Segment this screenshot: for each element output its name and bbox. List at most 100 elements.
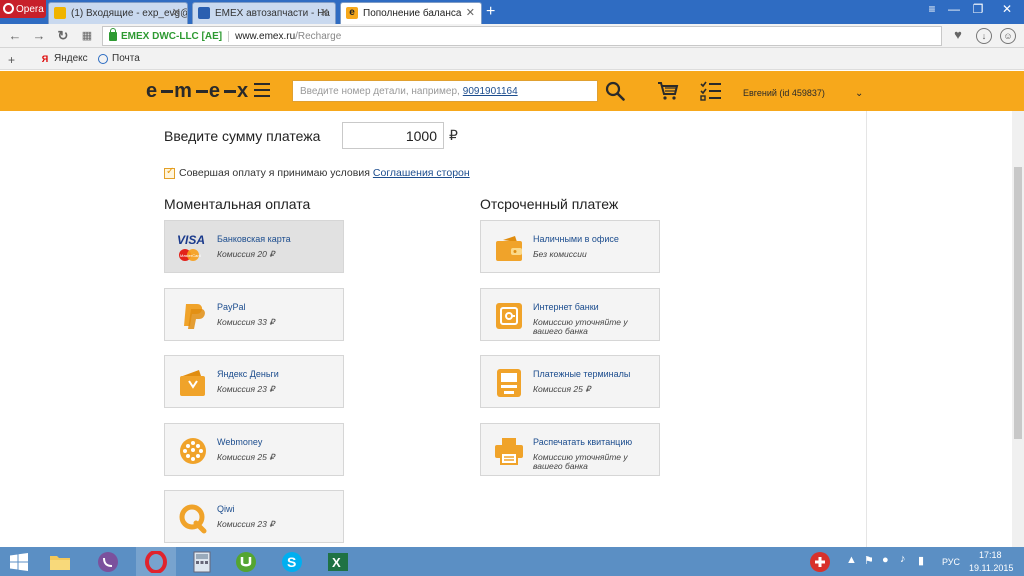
close-window-button[interactable]: ✕ — [990, 0, 1024, 20]
restore-button[interactable]: ❐ — [964, 0, 992, 20]
excel-icon: X — [328, 552, 348, 571]
part-search-input[interactable]: Введите номер детали, например, 90919011… — [292, 80, 598, 102]
pay-method-name: Платежные терминалы — [533, 369, 631, 379]
bookmark-label: Почта — [112, 53, 140, 64]
checklist-icon[interactable] — [700, 81, 722, 101]
add-bookmark-button[interactable]: + — [8, 53, 15, 67]
lock-icon — [109, 27, 117, 41]
agreement-link[interactable]: Соглашения сторон — [373, 167, 470, 179]
pay-method-qiwi[interactable]: Qiwi Комиссия 23 ₽ — [164, 490, 344, 543]
close-icon[interactable]: ✕ — [320, 6, 329, 19]
url-field[interactable]: EMEX DWC-LLC [AE] www.emex.ru /Recharge — [102, 26, 942, 46]
tab-title: (1) Входящие - exp_evg@ — [71, 8, 188, 19]
visa-mastercard-icon: VISA MasterCard — [177, 233, 205, 261]
pay-method-name: Наличными в офисе — [533, 234, 619, 244]
pay-method-print-receipt[interactable]: Распечатать квитанцию Комиссию уточняйте… — [480, 423, 660, 476]
svg-text:X: X — [332, 555, 341, 570]
speed-dial-grid-icon[interactable]: ▦ — [78, 27, 96, 45]
download-icon[interactable]: ↓ — [976, 28, 992, 44]
clock-date[interactable]: 19.11.2015 — [969, 563, 1013, 573]
taskbar-excel[interactable]: X — [318, 547, 358, 576]
pay-method-paypal[interactable]: PayPal Комиссия 33 ₽ — [164, 288, 344, 341]
emex-favicon-icon — [198, 7, 210, 19]
svg-text:MasterCard: MasterCard — [180, 253, 201, 258]
tray-app-icon[interactable] — [800, 547, 840, 576]
reload-icon[interactable]: ↻ — [54, 27, 72, 45]
svg-text:VISA: VISA — [177, 233, 205, 247]
opera-logo-icon — [3, 3, 14, 14]
pay-method-name: Qiwi — [217, 504, 235, 514]
pay-method-name: Webmoney — [217, 437, 263, 447]
hamburger-menu-icon[interactable] — [254, 83, 270, 97]
agreement-checkbox[interactable] — [164, 166, 175, 179]
agreement-row: Совершая оплату я принимаю условия Согла… — [164, 166, 470, 179]
emex-e-favicon-icon: e — [346, 7, 358, 19]
taskbar-utorrent[interactable] — [226, 547, 266, 576]
agreement-text: Совершая оплату я принимаю условия — [179, 167, 370, 179]
clock-time[interactable]: 17:18 — [979, 550, 1002, 560]
heart-bookmark-icon[interactable]: ♥ — [950, 28, 966, 44]
qiwi-icon — [179, 504, 207, 534]
bookmark-mail[interactable]: Почта — [98, 53, 140, 64]
wallet-icon — [180, 370, 205, 396]
close-icon[interactable]: ✕ — [172, 6, 181, 19]
cart-icon[interactable] — [657, 81, 679, 101]
browser-tab-strip: Opera (1) Входящие - exp_evg@ ✕ EMEX авт… — [0, 0, 1024, 24]
printer-icon — [495, 438, 523, 465]
windows-start-button[interactable] — [0, 547, 38, 576]
taskbar-explorer[interactable] — [40, 547, 80, 576]
volume-icon[interactable]: ♪ — [900, 553, 906, 565]
chevron-down-icon[interactable]: ⌄ — [855, 88, 863, 99]
search-icon[interactable] — [605, 81, 625, 101]
back-arrow-icon[interactable]: ← — [6, 27, 24, 45]
amount-label: Введите сумму платежа — [164, 128, 321, 144]
user-account-label[interactable]: Евгений (id 459837) — [743, 88, 825, 98]
pay-method-yandex-money[interactable]: Яндекс Деньги Комиссия 23 ₽ — [164, 355, 344, 408]
scrollbar-thumb[interactable] — [1014, 167, 1022, 439]
tray-expand-icon[interactable]: ▲ — [846, 554, 857, 566]
page-scrollbar[interactable] — [1012, 111, 1024, 547]
red-app-icon — [810, 551, 830, 572]
pay-method-internet-banks[interactable]: Интернет банки Комиссию уточняйте у ваше… — [480, 288, 660, 341]
search-sample-link[interactable]: 9091901164 — [463, 86, 518, 97]
tray-flag-icon[interactable]: ⚑ — [864, 554, 874, 567]
viber-icon — [98, 551, 118, 572]
pay-method-fee: Комиссия 25 ₽ — [533, 384, 591, 394]
network-icon[interactable]: ▮ — [918, 554, 924, 567]
webmoney-icon — [180, 438, 206, 464]
amount-input[interactable] — [342, 122, 444, 149]
language-indicator[interactable]: РУС — [942, 557, 960, 567]
currency-symbol: ₽ — [449, 127, 458, 143]
opera-menu-label: Opera — [16, 3, 44, 15]
tray-viber-icon[interactable]: ● — [882, 554, 889, 566]
taskbar-skype[interactable]: S — [272, 547, 312, 576]
opera-menu-button[interactable]: Opera — [0, 0, 46, 18]
pay-method-webmoney[interactable]: Webmoney Комиссия 25 ₽ — [164, 423, 344, 476]
emex-logo[interactable]: emex — [146, 80, 251, 103]
taskbar-viber[interactable] — [88, 547, 128, 576]
pay-method-bank-card[interactable]: VISA MasterCard Банковская карта Комисси… — [164, 220, 344, 273]
url-host: www.emex.ru — [235, 30, 296, 42]
forward-arrow-icon[interactable]: → — [30, 27, 48, 45]
instant-payment-title: Моментальная оплата — [164, 196, 311, 212]
tab-emex-parts[interactable]: EMEX автозапчасти - Нa ✕ — [192, 2, 336, 24]
taskbar-opera[interactable] — [136, 547, 176, 576]
tab-recharge[interactable]: e Пополнение баланса ✕ — [340, 2, 482, 24]
bookmark-yandex[interactable]: Я Яндекс — [40, 53, 88, 64]
pay-method-fee: Комиссия 25 ₽ — [217, 452, 275, 462]
opera-icon — [145, 550, 167, 573]
account-icon[interactable]: ☺ — [1000, 28, 1016, 44]
pay-method-terminals[interactable]: Платежные терминалы Комиссия 25 ₽ — [480, 355, 660, 408]
pay-method-fee: Комиссию уточняйте у вашего банка — [533, 317, 628, 336]
terminal-icon — [497, 369, 521, 397]
bookmark-label: Яндекс — [54, 53, 88, 64]
skype-icon: S — [282, 551, 302, 572]
new-tab-button[interactable]: + — [486, 2, 495, 22]
windows-logo-icon — [10, 552, 28, 571]
pay-method-cash-office[interactable]: Наличными в офисе Без комиссии — [480, 220, 660, 273]
tab-inbox[interactable]: (1) Входящие - exp_evg@ ✕ — [48, 2, 188, 24]
close-icon[interactable]: ✕ — [466, 6, 475, 19]
taskbar-calculator[interactable] — [182, 547, 222, 576]
mail-icon — [98, 53, 108, 64]
address-bar: ← → ↻ ▦ EMEX DWC-LLC [AE] www.emex.ru /R… — [0, 24, 1024, 48]
